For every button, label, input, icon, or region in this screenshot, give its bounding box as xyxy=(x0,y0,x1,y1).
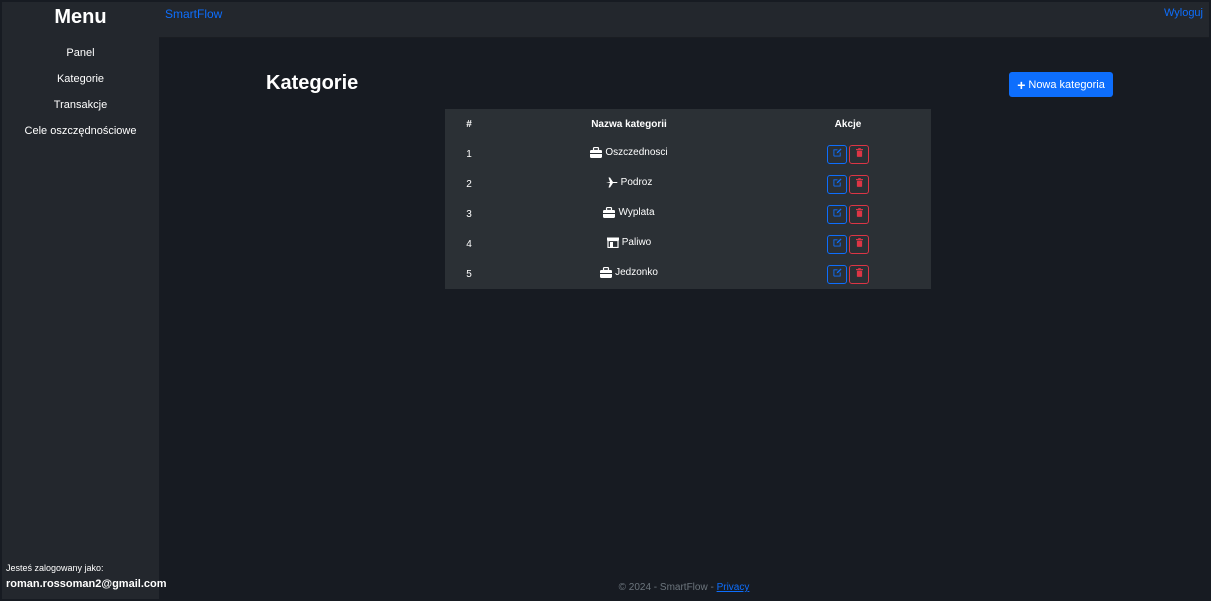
plane-icon xyxy=(605,177,618,188)
trash-icon xyxy=(855,238,863,250)
table-row: 2 Podroz xyxy=(445,169,931,199)
top-navbar: SmartFlow Wyloguj xyxy=(159,2,1209,38)
store-icon xyxy=(606,237,619,249)
category-name-label: Jedzonko xyxy=(615,267,658,278)
edit-icon xyxy=(832,268,842,280)
sidebar-item-transakcje[interactable]: Transakcje xyxy=(2,98,159,124)
table-row: 3 Wyplata xyxy=(445,199,931,229)
edit-button[interactable] xyxy=(827,174,847,194)
sidebar: Menu Panel Kategorie Transakcje Cele osz… xyxy=(2,2,167,599)
row-actions xyxy=(765,169,931,199)
row-number: 3 xyxy=(466,208,472,220)
table-row: 5 Jedzonko xyxy=(445,259,931,289)
edit-icon xyxy=(832,208,842,220)
new-category-label: Nowa kategoria xyxy=(1028,78,1105,91)
trash-icon xyxy=(855,148,863,160)
row-actions xyxy=(765,199,931,229)
row-category-name: Paliwo xyxy=(493,229,765,259)
user-email: roman.rossoman2@gmail.com xyxy=(6,578,167,590)
brand-link[interactable]: SmartFlow xyxy=(165,7,222,21)
row-actions xyxy=(765,229,931,259)
category-name-label: Paliwo xyxy=(621,237,652,248)
delete-button[interactable] xyxy=(849,264,869,284)
row-category-name: Wyplata xyxy=(493,199,765,229)
sidebar-nav: Panel Kategorie Transakcje Cele oszczędn… xyxy=(2,46,159,150)
delete-button[interactable] xyxy=(849,234,869,254)
sidebar-title: Menu xyxy=(54,6,107,28)
edit-icon xyxy=(832,178,842,190)
row-category-name: Podroz xyxy=(493,169,765,199)
edit-icon xyxy=(832,148,842,160)
delete-button[interactable] xyxy=(849,204,869,224)
edit-icon xyxy=(832,238,842,250)
column-header-actions: Akcje xyxy=(834,118,862,130)
row-category-name: Oszczednosci xyxy=(493,139,765,169)
category-name-label: Oszczednosci xyxy=(605,147,668,158)
trash-icon xyxy=(855,208,863,220)
row-category-name: Jedzonko xyxy=(493,259,765,289)
briefcase-icon xyxy=(603,206,616,218)
footer-text: © 2024 - SmartFlow - xyxy=(618,582,717,593)
app-frame: Menu Panel Kategorie Transakcje Cele osz… xyxy=(2,2,1209,599)
edit-button[interactable] xyxy=(827,144,847,164)
edit-button[interactable] xyxy=(827,234,847,254)
row-actions xyxy=(765,139,931,169)
briefcase-icon xyxy=(590,146,603,158)
trash-icon xyxy=(855,268,863,280)
row-number: 4 xyxy=(466,238,472,250)
edit-button[interactable] xyxy=(827,264,847,284)
category-name-label: Wyplata xyxy=(618,207,655,218)
column-header-number: # xyxy=(466,118,472,130)
row-number: 2 xyxy=(466,178,472,190)
category-name-label: Podroz xyxy=(620,177,653,188)
row-actions xyxy=(765,259,931,289)
page-title: Kategorie xyxy=(266,72,359,94)
column-header-name: Nazwa kategorii xyxy=(591,118,667,130)
sidebar-item-panel[interactable]: Panel xyxy=(2,46,159,72)
delete-button[interactable] xyxy=(849,144,869,164)
delete-button[interactable] xyxy=(849,174,869,194)
sidebar-item-cele[interactable]: Cele oszczędnościowe xyxy=(2,124,159,150)
row-number: 5 xyxy=(466,268,472,280)
sidebar-item-kategorie[interactable]: Kategorie xyxy=(2,72,159,98)
trash-icon xyxy=(855,178,863,190)
logout-link[interactable]: Wyloguj xyxy=(1164,7,1203,19)
table-row: 1 Oszczednosci xyxy=(445,139,931,169)
briefcase-icon xyxy=(600,266,613,278)
plus-icon: + xyxy=(1017,76,1026,93)
row-number: 1 xyxy=(466,148,472,160)
edit-button[interactable] xyxy=(827,204,847,224)
logged-in-label: Jesteś zalogowany jako: xyxy=(6,563,104,573)
table-header-row: # Nazwa kategorii Akcje xyxy=(445,109,931,139)
new-category-button[interactable]: + Nowa kategoria xyxy=(1009,72,1113,97)
categories-table: # Nazwa kategorii Akcje 1 Oszczednosci 2 Po… xyxy=(445,109,931,289)
privacy-link[interactable]: Privacy xyxy=(717,582,750,593)
table-row: 4 Paliwo xyxy=(445,229,931,259)
footer: © 2024 - SmartFlow - Privacy xyxy=(159,582,1209,593)
